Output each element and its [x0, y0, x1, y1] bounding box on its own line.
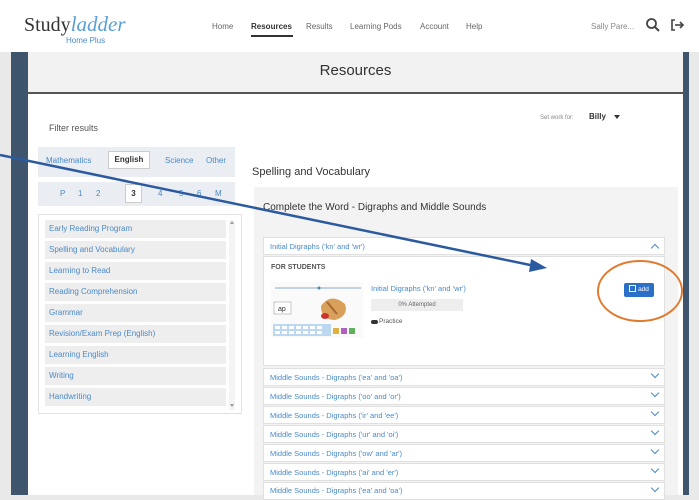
attempt-status: 0% Attempted — [371, 299, 463, 311]
nav-help[interactable]: Help — [466, 22, 482, 31]
category-grammar[interactable]: Grammar — [45, 304, 226, 322]
page-title: Resources — [319, 62, 392, 79]
grade-p[interactable]: P — [60, 189, 65, 198]
grade-1[interactable]: 1 — [78, 189, 82, 198]
tab-mathematics[interactable]: Mathematics — [46, 156, 91, 165]
category-spelling-vocabulary[interactable]: Spelling and Vocabulary — [45, 241, 226, 259]
nav-home[interactable]: Home — [212, 22, 233, 31]
grade-3[interactable]: 3 — [125, 184, 142, 203]
nav-resources[interactable]: Resources — [251, 22, 292, 31]
section-heading: Spelling and Vocabulary — [252, 166, 371, 178]
category-scrollbar[interactable] — [229, 220, 235, 410]
for-students-heading: FOR STUDENTS — [271, 264, 326, 271]
chevron-down-icon[interactable] — [614, 115, 620, 119]
nav-account[interactable]: Account — [420, 22, 449, 31]
category-writing[interactable]: Writing — [45, 367, 226, 385]
tab-science[interactable]: Science — [165, 156, 193, 165]
add-button[interactable]: add — [624, 283, 654, 297]
logout-icon[interactable] — [668, 16, 686, 34]
svg-text:ap: ap — [278, 306, 286, 313]
title-bar: Resources — [28, 52, 683, 92]
add-square-icon — [629, 285, 637, 292]
studyladder-logo[interactable]: Studyladder Home Plus — [24, 12, 126, 45]
grade-2[interactable]: 2 — [96, 189, 100, 198]
category-learning-to-read[interactable]: Learning to Read — [45, 262, 226, 280]
category-learning-english[interactable]: Learning English — [45, 346, 226, 364]
grade-4[interactable]: 4 — [158, 189, 162, 198]
logo-text-ladder: ladder — [70, 12, 126, 36]
top-navigation-bar: Studyladder Home Plus Home Resources Res… — [0, 0, 699, 52]
title-divider — [28, 92, 683, 94]
nav-active-underline — [251, 35, 293, 37]
category-revision[interactable]: Revision/Exam Prep (English) — [45, 325, 226, 343]
accordion-item-label[interactable]: Middle Sounds - Digraphs ('ai' and 'er') — [270, 468, 398, 477]
resource-thumbnail[interactable]: ap — [271, 282, 363, 338]
category-reading-comprehension[interactable]: Reading Comprehension — [45, 283, 226, 301]
tab-other[interactable]: Other — [206, 156, 226, 165]
tab-english[interactable]: English — [108, 151, 150, 169]
add-label: add — [638, 286, 649, 293]
user-name[interactable]: Sally Pare... — [591, 22, 634, 31]
filter-results-label: Filter results — [49, 123, 99, 133]
logo-text-study: Study — [24, 14, 71, 36]
grade-6[interactable]: 6 — [197, 189, 201, 198]
accordion-item-label[interactable]: Middle Sounds - Digraphs ('ir' and 'ee') — [270, 411, 398, 420]
accordion-item-label[interactable]: Middle Sounds - Digraphs ('ur' and 'oi') — [270, 430, 398, 439]
set-work-select[interactable]: Billy — [589, 112, 606, 121]
scroll-up-icon[interactable] — [230, 221, 234, 224]
nav-learning-pods[interactable]: Learning Pods — [350, 22, 402, 31]
accordion-item-label[interactable]: Middle Sounds - Digraphs ('ea' and 'oa') — [270, 486, 402, 495]
scroll-down-icon[interactable] — [230, 404, 234, 407]
nav-results[interactable]: Results — [306, 22, 333, 31]
category-handwriting[interactable]: Handwriting — [45, 388, 226, 406]
resource-type: Practice — [379, 318, 403, 325]
search-icon[interactable] — [644, 16, 662, 34]
category-early-reading[interactable]: Early Reading Program — [45, 220, 226, 238]
gamepad-icon — [371, 320, 378, 324]
resource-title-link[interactable]: Initial Digraphs ('kn' and 'wr') — [371, 284, 466, 293]
accordion-item-label[interactable]: Middle Sounds - Digraphs ('oo' and 'or') — [270, 392, 401, 401]
accordion-item-label[interactable]: Middle Sounds - Digraphs ('ow' and 'ar') — [270, 449, 402, 458]
accordion-label[interactable]: Initial Digraphs ('kn' and 'wr') — [270, 242, 365, 251]
set-work-label: Set work for: — [540, 115, 574, 121]
logo-tagline: Home Plus — [66, 36, 106, 45]
grade-5[interactable]: 5 — [179, 189, 183, 198]
topic-title: Complete the Word - Digraphs and Middle … — [263, 202, 487, 213]
accordion-item-label[interactable]: Middle Sounds - Digraphs ('ea' and 'oa') — [270, 373, 402, 382]
grade-m[interactable]: M — [215, 189, 222, 198]
